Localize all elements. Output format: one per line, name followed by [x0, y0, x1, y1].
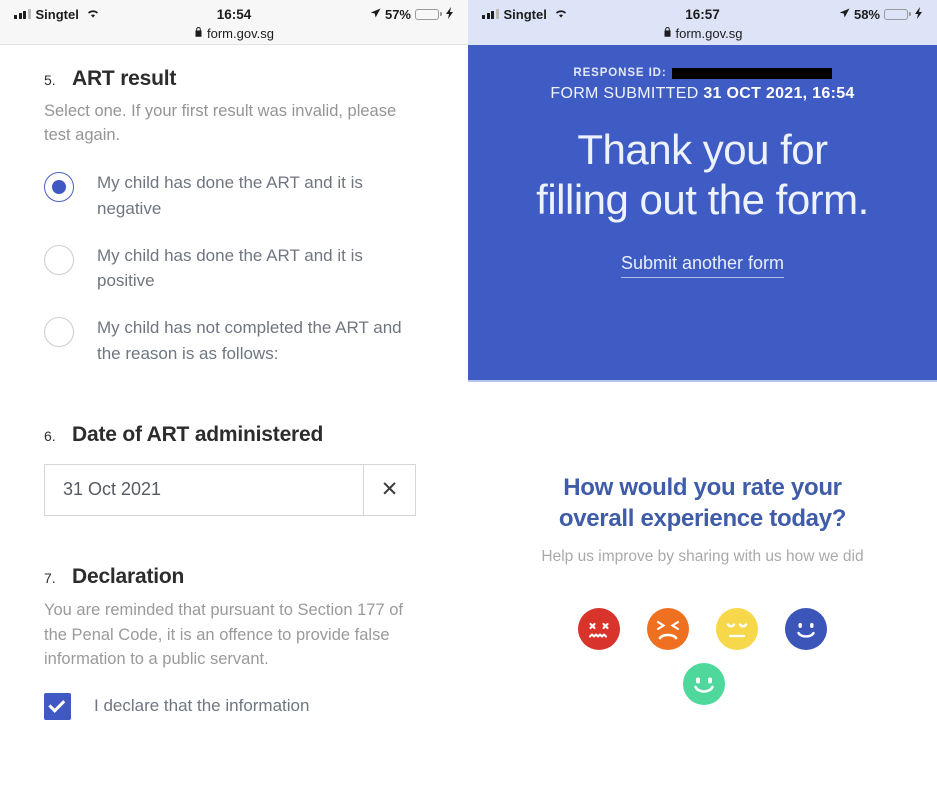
signal-bars-icon [482, 9, 499, 19]
url-bar[interactable]: form.gov.sg [0, 24, 468, 43]
feedback-subtitle: Help us improve by sharing with us how w… [541, 548, 864, 566]
question-5-options: My child has done the ART and it is nega… [44, 170, 424, 367]
status-right-group: 57% [370, 6, 454, 22]
signal-bars-icon [14, 9, 31, 19]
radio-button-positive[interactable] [44, 244, 74, 275]
question-7-title: Declaration [72, 564, 185, 588]
rating-face-good[interactable] [785, 607, 827, 650]
form-submitted-timestamp: 31 OCT 2021, 16:54 [703, 85, 855, 102]
question-7-block: 7. Declaration You are reminded that pur… [44, 565, 424, 721]
question-7-number: 7. [44, 569, 56, 586]
form-submitted-label: FORM SUBMITTED [550, 85, 699, 102]
rating-face-bad[interactable] [647, 607, 689, 650]
wifi-icon [86, 7, 100, 22]
right-screen-confirmation: Singtel 16:57 58% form.gov.sg RESPONSE I… [468, 0, 937, 793]
radio-label-negative: My child has done the ART and it is nega… [97, 172, 363, 218]
left-screen-form: Singtel 16:54 57% form.gov.sg 5. ART res… [0, 0, 468, 793]
radio-label-positive: My child has done the ART and it is posi… [97, 245, 363, 291]
left-status-bar: Singtel 16:54 57% form.gov.sg [0, 0, 468, 45]
battery-icon [884, 8, 911, 20]
lock-icon [663, 26, 672, 41]
form-content: 5. ART result Select one. If your first … [0, 45, 468, 721]
radio-button-negative[interactable] [44, 171, 74, 202]
question-6-title: Date of ART administered [72, 422, 324, 446]
question-5-header: 5. ART result [44, 67, 424, 91]
response-id-label: RESPONSE ID: [573, 67, 667, 79]
rating-faces-row-extra [502, 662, 903, 705]
date-input-group[interactable]: 31 Oct 2021 ✕ [44, 463, 416, 516]
feedback-section: How would you rate your overall experien… [468, 382, 937, 705]
url-text: form.gov.sg [675, 26, 743, 41]
right-status-bar-row: Singtel 16:57 58% [468, 0, 937, 24]
rating-face-great[interactable] [682, 662, 725, 705]
question-7-header: 7. Declaration [44, 565, 424, 589]
rating-faces-row [502, 607, 903, 650]
radio-option-positive[interactable]: My child has done the ART and it is posi… [44, 243, 424, 295]
declaration-checkbox-row[interactable]: I declare that the information [44, 693, 424, 721]
right-status-bar: Singtel 16:57 58% form.gov.sg [468, 0, 937, 45]
carrier-name: Singtel [503, 6, 547, 22]
lock-icon [194, 26, 203, 41]
lightning-bolt-icon [915, 6, 923, 22]
declaration-checkbox-label: I declare that the information [94, 696, 310, 716]
question-6-header: 6. Date of ART administered [44, 423, 424, 447]
checkmark-icon [48, 695, 66, 713]
battery-percent: 57% [384, 6, 411, 22]
thank-you-line-1: Thank you for [577, 126, 828, 173]
location-arrow-icon [839, 7, 850, 22]
url-bar[interactable]: form.gov.sg [468, 24, 937, 43]
dual-screenshot-container: Singtel 16:54 57% form.gov.sg 5. ART res… [0, 0, 937, 793]
question-5-block: 5. ART result Select one. If your first … [44, 67, 424, 367]
question-6-number: 6. [44, 427, 56, 444]
date-input[interactable]: 31 Oct 2021 [45, 465, 363, 515]
question-5-title: ART result [72, 67, 177, 90]
submit-another-form-link[interactable]: Submit another form [620, 253, 785, 279]
rating-face-neutral[interactable] [716, 607, 758, 650]
url-text: form.gov.sg [207, 26, 274, 41]
question-6-block: 6. Date of ART administered 31 Oct 2021 … [44, 423, 424, 516]
question-5-description: Select one. If your first result was inv… [44, 102, 397, 144]
carrier-indicator-right: Singtel [482, 7, 568, 22]
wifi-icon [554, 7, 568, 22]
radio-option-not-completed[interactable]: My child has not completed the ART and t… [44, 315, 424, 367]
form-submitted-row: FORM SUBMITTED 31 OCT 2021, 16:54 [488, 85, 917, 103]
thank-you-line-2: filling out the form. [536, 175, 869, 223]
left-status-bar-row: Singtel 16:54 57% [0, 0, 468, 24]
battery-icon [415, 8, 442, 20]
response-id-redacted-bar [671, 67, 832, 79]
declaration-checkbox[interactable] [44, 693, 71, 721]
carrier-name: Singtel [35, 6, 79, 22]
question-5-number: 5. [44, 72, 56, 88]
feedback-title: How would you rate your overall experien… [502, 472, 903, 534]
rating-face-terrible[interactable] [578, 607, 620, 650]
question-7-description: You are reminded that pursuant to Sectio… [44, 600, 403, 669]
feedback-title-line-1: How would you rate your [563, 474, 842, 501]
radio-button-not-completed[interactable] [44, 317, 74, 348]
radio-option-negative[interactable]: My child has done the ART and it is nega… [44, 170, 424, 222]
response-id-row: RESPONSE ID: [488, 67, 917, 79]
submission-confirmation-card: RESPONSE ID: FORM SUBMITTED 31 OCT 2021,… [468, 45, 937, 382]
lightning-bolt-icon [446, 6, 454, 22]
feedback-title-line-2: overall experience today? [558, 505, 847, 533]
close-x-icon[interactable]: ✕ [363, 464, 415, 515]
thank-you-heading: Thank you for filling out the form. [488, 125, 917, 224]
status-right-group: 58% [839, 6, 923, 22]
location-arrow-icon [370, 7, 381, 22]
carrier-indicator: Singtel [14, 7, 100, 22]
battery-percent: 58% [853, 6, 880, 22]
radio-label-not-completed: My child has not completed the ART and t… [97, 318, 402, 363]
